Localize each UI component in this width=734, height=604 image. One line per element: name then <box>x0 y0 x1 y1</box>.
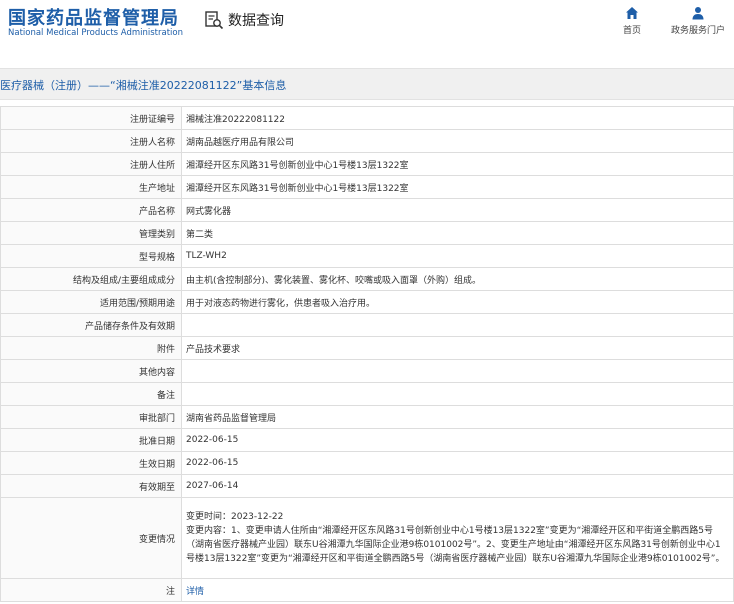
field-value: 湘械注准20222081122 <box>181 106 734 130</box>
table-row: 附件 产品技术要求 <box>0 336 734 360</box>
field-label: 注 <box>0 578 182 602</box>
record-title: 医疗器械（注册）——“湘械注准20222081122”基本信息 <box>0 79 287 92</box>
field-label: 产品储存条件及有效期 <box>0 313 182 337</box>
field-label: 其他内容 <box>0 359 182 383</box>
table-row: 其他内容 <box>0 359 734 383</box>
field-value: 网式雾化器 <box>181 198 734 222</box>
field-label: 批准日期 <box>0 428 182 452</box>
org-name-cn[interactable]: 国家药品监督管理局 <box>8 4 179 30</box>
field-label: 审批部门 <box>0 405 182 429</box>
field-value: 湖南品越医疗用品有限公司 <box>181 129 734 153</box>
details-link[interactable]: 详情 <box>186 587 204 597</box>
table-row-change: 变更情况 变更时间：2023-12-22 变更内容：1、变更申请人住所由“湘潭经… <box>0 497 734 579</box>
table-row: 结构及组成/主要组成成分 由主机(含控制部分)、雾化装置、雾化杯、咬嘴或吸入面罩（… <box>0 267 734 291</box>
change-details: 变更时间：2023-12-22 变更内容：1、变更申请人住所由“湘潭经开区东风路… <box>181 497 734 579</box>
field-label: 管理类别 <box>0 221 182 245</box>
field-label: 适用范围/预期用途 <box>0 290 182 314</box>
nav-service-portal[interactable]: 政务服务门户 <box>668 6 728 36</box>
field-value: 2027-06-14 <box>181 474 734 498</box>
org-name-en: National Medical Products Administration <box>8 28 183 38</box>
field-value: 湘潭经开区东风路31号创新创业中心1号楼13层1322室 <box>181 152 734 176</box>
field-label: 结构及组成/主要组成成分 <box>0 267 182 291</box>
field-value <box>181 382 734 406</box>
table-row: 适用范围/预期用途 用于对液态药物进行雾化，供患者吸入治疗用。 <box>0 290 734 314</box>
field-value: 第二类 <box>181 221 734 245</box>
change-content: 变更内容：1、变更申请人住所由“湘潭经开区东风路31号创新创业中心1号楼13层1… <box>186 526 725 564</box>
field-label: 备注 <box>0 382 182 406</box>
nav-home-label: 首页 <box>622 26 641 36</box>
field-value: 2022-06-15 <box>181 428 734 452</box>
table-row: 审批部门 湖南省药品监督管理局 <box>0 405 734 429</box>
user-icon <box>692 7 704 20</box>
field-value: 2022-06-15 <box>181 451 734 475</box>
table-row: 管理类别 第二类 <box>0 221 734 245</box>
table-row: 生产地址 湘潭经开区东风路31号创新创业中心1号楼13层1322室 <box>0 175 734 199</box>
field-value: TLZ-WH2 <box>181 244 734 268</box>
search-document-icon <box>205 11 224 30</box>
field-label: 附件 <box>0 336 182 360</box>
field-value: 湘潭经开区东风路31号创新创业中心1号楼13层1322室 <box>181 175 734 199</box>
table-row: 有效期至 2027-06-14 <box>0 474 734 498</box>
field-label: 注册证编号 <box>0 106 182 130</box>
table-row: 备注 <box>0 382 734 406</box>
field-value <box>181 313 734 337</box>
field-label: 型号规格 <box>0 244 182 268</box>
table-row: 型号规格 TLZ-WH2 <box>0 244 734 268</box>
field-value: 湖南省药品监督管理局 <box>181 405 734 429</box>
table-row: 注册人名称 湖南品越医疗用品有限公司 <box>0 129 734 153</box>
field-label: 注册人住所 <box>0 152 182 176</box>
note-value-cell: 详情 <box>181 578 734 602</box>
table-row: 批准日期 2022-06-15 <box>0 428 734 452</box>
table-row: 生效日期 2022-06-15 <box>0 451 734 475</box>
field-value: 产品技术要求 <box>181 336 734 360</box>
field-label: 有效期至 <box>0 474 182 498</box>
nav-portal-label: 政务服务门户 <box>670 26 725 36</box>
table-row: 产品名称 网式雾化器 <box>0 198 734 222</box>
home-icon <box>626 7 638 19</box>
field-label: 生产地址 <box>0 175 182 199</box>
data-query-title: 数据查询 <box>204 10 284 30</box>
table-row: 注册人住所 湘潭经开区东风路31号创新创业中心1号楼13层1322室 <box>0 152 734 176</box>
device-info-table: 注册证编号 湘械注准20222081122 注册人名称 湖南品越医疗用品有限公司 注… <box>0 106 734 602</box>
field-value: 由主机(含控制部分)、雾化装置、雾化杯、咬嘴或吸入面罩（外购）组成。 <box>181 267 734 291</box>
change-time: 变更时间：2023-12-22 <box>186 512 284 522</box>
site-header: 国家药品监督管理局 National Medical Products Admi… <box>0 0 734 44</box>
field-label: 变更情况 <box>0 497 182 579</box>
table-row: 注册证编号 湘械注准20222081122 <box>0 106 734 130</box>
field-label: 生效日期 <box>0 451 182 475</box>
field-label: 注册人名称 <box>0 129 182 153</box>
record-title-bar: 医疗器械（注册）——“湘械注准20222081122”基本信息 <box>0 68 734 100</box>
table-row-note: 注 详情 <box>0 578 734 602</box>
field-label: 产品名称 <box>0 198 182 222</box>
field-value <box>181 359 734 383</box>
data-query-label: 数据查询 <box>228 13 284 29</box>
table-row: 产品储存条件及有效期 <box>0 313 734 337</box>
nav-home[interactable]: 首页 <box>616 6 648 36</box>
field-value: 用于对液态药物进行雾化，供患者吸入治疗用。 <box>181 290 734 314</box>
